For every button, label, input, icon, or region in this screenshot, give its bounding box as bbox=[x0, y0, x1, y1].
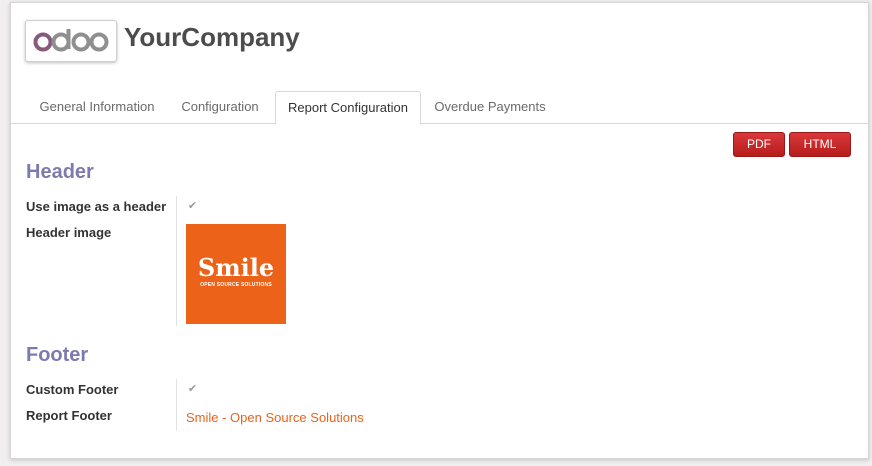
pdf-button[interactable]: PDF bbox=[733, 132, 785, 157]
custom-footer-label: Custom Footer bbox=[26, 382, 119, 397]
tab-overdue-payments[interactable]: Overdue Payments bbox=[425, 91, 555, 123]
report-footer-label: Report Footer bbox=[26, 408, 112, 423]
smile-logo-word: Smile bbox=[197, 253, 275, 282]
header-image[interactable]: Smile OPEN SOURCE SOLUTIONS bbox=[186, 224, 286, 324]
smile-logo-tagline: OPEN SOURCE SOLUTIONS bbox=[200, 282, 272, 288]
form-sheet: YourCompany General Information Configur… bbox=[10, 2, 869, 459]
company-name: YourCompany bbox=[124, 22, 300, 52]
tab-report-configuration[interactable]: Report Configuration bbox=[275, 91, 421, 125]
footer-section-title: Footer bbox=[26, 344, 89, 366]
footer-field-divider bbox=[176, 379, 177, 431]
use-image-label: Use image as a header bbox=[26, 199, 167, 214]
tab-general-information[interactable]: General Information bbox=[25, 91, 169, 123]
notebook-tabs: General Information Configuration Report… bbox=[11, 91, 868, 125]
tab-configuration[interactable]: Configuration bbox=[173, 91, 267, 123]
header-image-label: Header image bbox=[26, 225, 112, 240]
report-footer-value[interactable]: Smile - Open Source Solutions bbox=[186, 410, 364, 425]
use-image-checkbox[interactable]: ✔ bbox=[187, 201, 198, 212]
header-section-title: Header bbox=[26, 161, 94, 183]
company-logo[interactable] bbox=[25, 20, 117, 62]
html-button[interactable]: HTML bbox=[789, 132, 851, 157]
odoo-logo-icon bbox=[33, 29, 109, 52]
header-field-divider bbox=[176, 196, 177, 326]
custom-footer-checkbox[interactable]: ✔ bbox=[187, 384, 198, 395]
